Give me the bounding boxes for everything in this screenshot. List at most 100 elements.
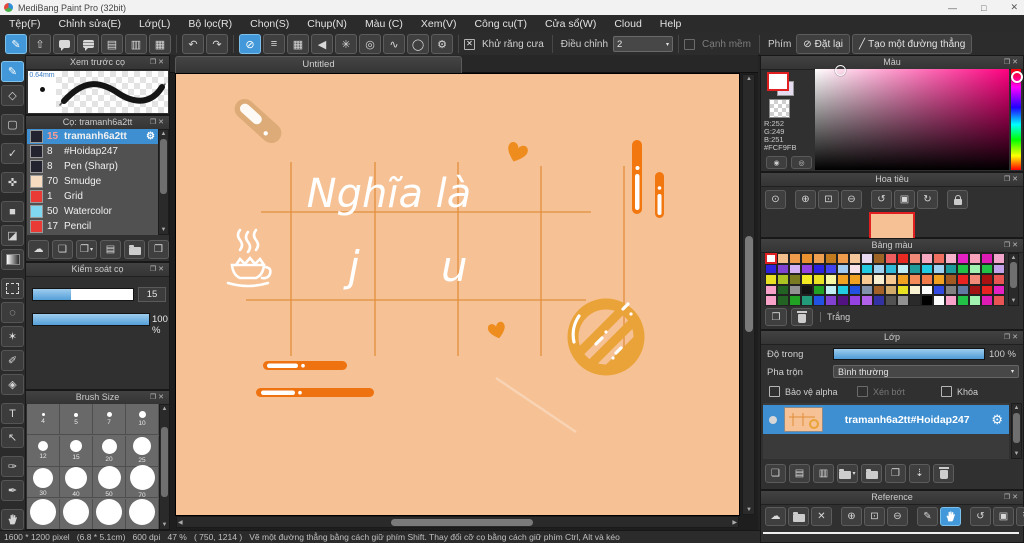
brush-size-value-box[interactable]: 15 [138, 287, 166, 302]
palette-swatch[interactable] [957, 274, 969, 285]
sv-cursor[interactable] [835, 65, 846, 76]
scroll-up-icon[interactable]: ▲ [1009, 255, 1018, 261]
brush-list-item[interactable]: 50 Watercolor [27, 204, 158, 219]
palette-swatch[interactable] [849, 295, 861, 306]
palette-swatch[interactable] [957, 284, 969, 296]
panel-popout-icon[interactable]: ❐ [1004, 334, 1012, 341]
palette-swatch[interactable] [909, 253, 921, 264]
palette-swatch[interactable] [993, 253, 1005, 264]
brush-size-cell[interactable]: 15 [60, 435, 93, 467]
palette-swatch[interactable] [873, 253, 885, 264]
palette-swatch[interactable] [837, 274, 849, 285]
create-line-button[interactable]: ╱ Tạo một đường thẳng [852, 34, 973, 54]
palette-swatch[interactable] [777, 263, 789, 275]
palette-swatch[interactable] [957, 253, 969, 264]
palette-swatch[interactable] [897, 274, 909, 285]
snap-radial-icon[interactable]: ✳ [335, 34, 357, 54]
palette-swatch[interactable] [957, 295, 969, 306]
brush-size-cell[interactable]: 50 [93, 466, 126, 498]
palette-swatch[interactable] [897, 263, 909, 275]
scroll-thumb[interactable] [391, 519, 533, 526]
palette-swatch[interactable] [801, 295, 813, 306]
ref-open-folder-button[interactable] [788, 507, 809, 526]
brush-list-item[interactable]: 8 #Hoidap247 [27, 144, 158, 159]
brush-folder-button[interactable] [124, 240, 145, 259]
correction-dropdown[interactable]: 2 ▾ [613, 36, 674, 52]
brush-size-cell[interactable] [60, 498, 93, 529]
palette-swatch[interactable] [861, 253, 873, 264]
layer-delete-button[interactable] [933, 464, 954, 483]
palette-swatch[interactable] [789, 274, 801, 285]
upload-icon[interactable]: ⇧ [29, 34, 51, 54]
document-icon[interactable]: ▤ [101, 34, 123, 54]
layer-settings-icon[interactable]: ⚙ [991, 412, 1003, 428]
panel-close-icon[interactable]: ✕ [158, 119, 166, 126]
palette-swatch[interactable] [921, 263, 933, 275]
snap-off-icon[interactable]: ⊘ [239, 34, 261, 54]
palette-swatch[interactable] [921, 253, 933, 264]
palette-swatch[interactable] [861, 263, 873, 275]
ref-cloud-button[interactable]: ☁ [765, 507, 786, 526]
layer-duplicate-button[interactable]: ❐ [885, 464, 906, 483]
blend-mode-dropdown[interactable]: Bình thường ▾ [833, 365, 1019, 378]
palette-swatch[interactable] [993, 284, 1005, 296]
panel-close-icon[interactable]: ✕ [158, 394, 166, 401]
palette-swatch[interactable] [885, 263, 897, 275]
shape-tool[interactable]: ▢ [1, 114, 24, 135]
palette-swatch[interactable] [885, 284, 897, 296]
operation-tool[interactable]: ↖ [1, 427, 24, 448]
palette-swatch[interactable] [969, 284, 981, 296]
panel-close-icon[interactable]: ✕ [1012, 494, 1020, 501]
brush-size-cell[interactable]: 25 [126, 435, 159, 467]
close-icon[interactable]: ✕ [1010, 2, 1018, 13]
menubar-item[interactable]: Chọn(S) [241, 15, 298, 33]
layer-scrollbar[interactable]: ▲ ▼ [1011, 403, 1022, 459]
menubar-item[interactable]: Cloud [605, 15, 650, 33]
scroll-thumb[interactable] [745, 236, 753, 332]
brush-size-scrollbar[interactable]: ▲ ▼ [159, 404, 169, 529]
ref-hand-button[interactable] [940, 507, 961, 526]
brush-size-cell[interactable] [93, 498, 126, 529]
brush-duplicate-button[interactable]: ❒ [148, 240, 169, 259]
palette-swatch[interactable] [981, 295, 993, 306]
comment-icon[interactable] [77, 34, 99, 54]
scroll-thumb[interactable] [160, 139, 167, 194]
panel-close-icon[interactable]: ✕ [1012, 334, 1020, 341]
brush-size-cell[interactable]: 7 [93, 404, 126, 435]
nav-zoom-in-button[interactable]: ⊕ [795, 190, 816, 209]
palette-swatch[interactable] [873, 295, 885, 306]
nav-rotate-left-button[interactable]: ↺ [871, 190, 892, 209]
brush-size-cell[interactable]: 70 [126, 465, 159, 499]
palette-swatch[interactable] [885, 253, 897, 264]
navigator-thumbnail[interactable] [869, 212, 915, 241]
palette-swatch[interactable] [933, 274, 945, 285]
layer-opacity-slider[interactable] [833, 348, 985, 360]
palette-swatch[interactable] [933, 253, 945, 264]
palette-swatch[interactable] [801, 263, 813, 275]
snap-curve-icon[interactable]: ∿ [383, 34, 405, 54]
palette-add-button[interactable]: ❐ [765, 308, 787, 326]
palette-swatch[interactable] [789, 263, 801, 275]
palette-scrollbar[interactable]: ▲ ▼ [1008, 253, 1019, 306]
palette-swatch[interactable] [825, 274, 837, 285]
palette-swatch[interactable] [873, 263, 885, 275]
move-tool[interactable]: ✜ [1, 172, 24, 193]
reset-button[interactable]: ⊘ Đặt lại [796, 34, 851, 54]
lock-checkbox[interactable]: Khóa [941, 386, 978, 397]
palette-swatch[interactable] [921, 295, 933, 306]
brush-add-image-button[interactable]: ❐ ▾ [76, 240, 97, 259]
nav-fit-screen-button[interactable]: ⊡ [818, 190, 839, 209]
layer-row[interactable]: tramanh6a2tt#Hoidap247 ⚙ [763, 405, 1009, 434]
palette-swatch[interactable] [813, 274, 825, 285]
menubar-item[interactable]: Màu (C) [356, 15, 412, 33]
palette-swatch[interactable] [777, 274, 789, 285]
palette-swatch[interactable] [813, 284, 825, 296]
palette-swatch[interactable] [969, 295, 981, 306]
snap-ellipse-icon[interactable]: ◯ [407, 34, 429, 54]
palette-swatch[interactable] [801, 274, 813, 285]
brush-list-item[interactable]: 8 Pen (Sharp) [27, 159, 158, 174]
foreground-color-swatch[interactable] [767, 72, 789, 91]
palette-swatch[interactable] [825, 295, 837, 306]
material-list-icon[interactable]: ▥ [125, 34, 147, 54]
brush-opacity-slider[interactable] [32, 313, 150, 326]
